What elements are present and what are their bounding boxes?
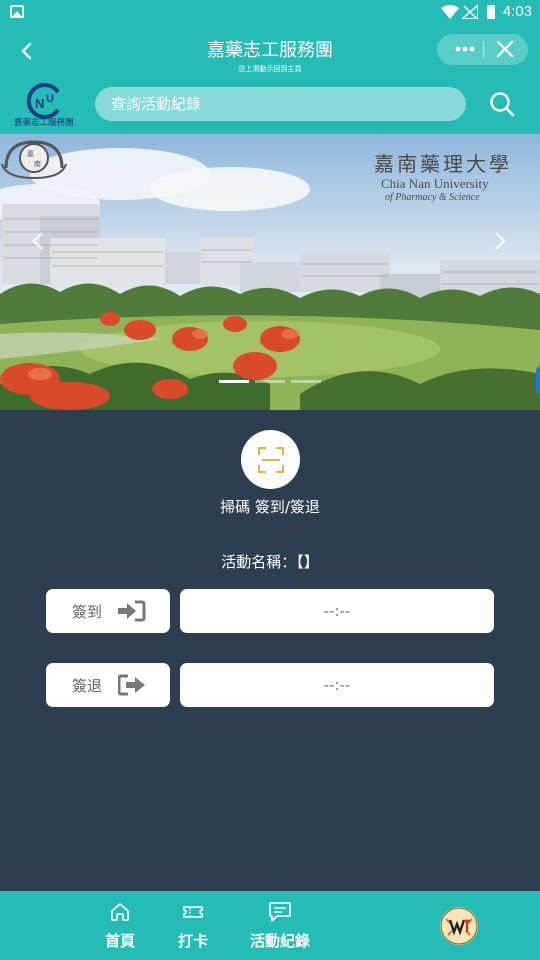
tab-home[interactable]: 首頁 — [95, 891, 145, 960]
more-dots-icon — [455, 46, 475, 52]
university-name-cn: 嘉南藥理大學 — [374, 152, 512, 176]
image-notification-icon — [10, 5, 24, 18]
checkin-button[interactable]: 簽到 — [46, 589, 170, 633]
chevron-right-icon — [495, 232, 506, 250]
close-icon — [496, 40, 514, 58]
battery-icon — [487, 5, 495, 19]
home-icon — [111, 903, 129, 921]
checkin-panel: 掃碼 簽到/簽退 活動名稱：【】 簽到 --:-- 簽退 --:-- — [0, 410, 540, 891]
status-bar: 4:03 — [0, 0, 540, 24]
chevron-left-icon — [32, 232, 43, 250]
signal-icon — [462, 5, 478, 19]
svg-text:南: 南 — [34, 159, 41, 168]
search-input[interactable]: 查詢活動紀錄 — [95, 87, 466, 121]
avatar-badge-icon — [440, 907, 478, 945]
page-subtitle: 往上滑動示回到主頁 — [238, 65, 302, 73]
tab-punch-label: 打卡 — [177, 932, 208, 950]
svg-text:嘉: 嘉 — [27, 149, 34, 158]
checkout-button[interactable]: 簽退 — [46, 663, 170, 707]
tab-home-label: 首頁 — [104, 932, 135, 950]
svg-text:U: U — [46, 93, 54, 105]
university-name-en-sub: of Pharmacy & Science — [385, 192, 480, 203]
more-button[interactable] — [449, 38, 481, 60]
search-header: N U 嘉藥志工服務團 查詢活動紀錄 — [0, 80, 540, 134]
pagination-dot[interactable] — [255, 380, 285, 383]
sign-in-icon — [118, 600, 146, 622]
svg-text:N: N — [35, 96, 44, 111]
scan-button[interactable] — [241, 430, 300, 489]
bottom-tab-bar: 首頁 打卡 活動紀錄 — [0, 891, 540, 960]
title-bar: 嘉藥志工服務團 往上滑動示回到主頁 — [0, 24, 540, 80]
floating-edge-handle[interactable] — [536, 366, 540, 394]
pagination-dot[interactable] — [291, 380, 321, 383]
avatar[interactable] — [440, 907, 478, 945]
pagination-dot-active[interactable] — [219, 380, 249, 383]
chat-record-icon — [269, 902, 291, 922]
checkin-label: 簽到 — [72, 603, 103, 621]
wifi-icon — [441, 5, 459, 19]
sign-out-icon — [118, 674, 145, 696]
search-icon[interactable] — [488, 90, 516, 118]
university-seal-icon: 嘉 南 — [1, 140, 67, 180]
tab-activity-records-label: 活動紀錄 — [249, 932, 310, 950]
miniapp-capsule — [437, 34, 528, 65]
activity-name: 活動名稱：【】 — [221, 553, 319, 571]
ticket-icon — [183, 906, 203, 918]
checkout-label: 簽退 — [72, 677, 103, 695]
checkin-time-field: --:-- — [180, 589, 494, 633]
scan-label: 掃碼 簽到/簽退 — [220, 498, 320, 516]
university-name-en: Chia Nan University — [381, 176, 489, 191]
tab-activity-records[interactable]: 活動紀錄 — [245, 891, 315, 960]
campus-banner[interactable]: 嘉 南 嘉南藥理大學 Chia Nan University of Pharma… — [0, 134, 540, 410]
close-button[interactable] — [492, 37, 518, 61]
logo-text: 嘉藥志工服務團 — [14, 118, 74, 128]
scan-qr-icon — [258, 447, 284, 473]
tab-punch[interactable]: 打卡 — [168, 891, 218, 960]
capsule-divider — [483, 41, 484, 58]
clock: 4:03 — [502, 3, 532, 20]
checkout-time-field: --:-- — [180, 663, 494, 707]
